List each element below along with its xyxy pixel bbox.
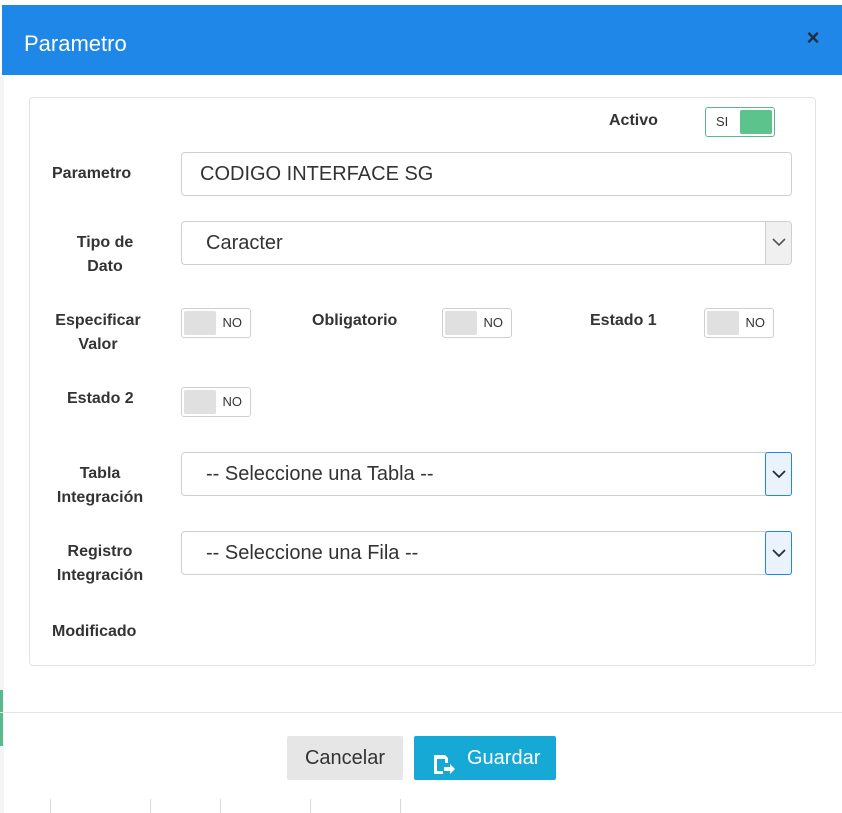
parametro-label: Parametro [52,165,132,182]
registro-integracion-selected: -- Seleccione una Fila -- [206,542,419,564]
especificar-valor-label-line1: Especificar [55,312,141,329]
tabla-integracion-label-line2: Integración [56,489,144,506]
obligatorio-toggle-text: NO [483,315,504,330]
backdrop-accent [0,690,3,746]
estado1-toggle[interactable]: NO [704,308,774,338]
tabla-integracion-label-line1: Tabla [79,465,121,482]
especificar-valor-toggle-text: NO [222,315,243,330]
tipo-dato-label: Tipo de Dato [70,231,140,279]
tabla-integracion-label: Tabla Integración [44,462,156,510]
estado2-toggle[interactable]: NO [181,387,251,417]
toggle-knob [740,110,772,134]
especificar-valor-label-line2: Valor [78,336,118,353]
save-icon [432,747,456,791]
chevron-down-icon[interactable] [765,452,792,496]
save-button-label: Guardar [467,747,541,769]
activo-toggle[interactable]: SI [705,107,775,137]
modal-header: Parametro × [2,5,842,75]
registro-integracion-label-line1: Registro [67,543,133,560]
especificar-valor-label: Especificar Valor [48,309,148,357]
save-button[interactable]: Guardar [414,736,556,780]
registro-integracion-label-line2: Integración [56,567,144,584]
modal-title: Parametro [24,31,127,56]
obligatorio-label: Obligatorio [312,312,398,329]
tabla-integracion-selected: -- Seleccione una Tabla -- [206,463,434,485]
form-panel: Activo SI Parametro CODIGO INTERFACE SG … [29,97,816,666]
registro-integracion-select[interactable]: -- Seleccione una Fila -- [181,531,792,575]
tipo-dato-select[interactable]: Caracter [181,221,792,265]
especificar-valor-toggle[interactable]: NO [181,308,251,338]
parametro-input[interactable]: CODIGO INTERFACE SG [181,152,792,196]
cancel-button[interactable]: Cancelar [287,736,403,780]
backdrop-table-edge [0,799,420,813]
modificado-label: Modificado [52,623,137,640]
registro-integracion-label: Registro Integración [44,540,156,588]
toggle-knob [184,390,216,414]
obligatorio-toggle[interactable]: NO [442,308,512,338]
tipo-dato-label-line2: Dato [87,258,123,275]
estado1-label: Estado 1 [590,312,657,329]
chevron-down-icon[interactable] [765,531,792,575]
close-icon[interactable]: × [802,25,824,51]
estado1-toggle-text: NO [745,315,766,330]
estado2-toggle-text: NO [222,394,243,409]
toggle-knob [707,311,739,335]
chevron-down-icon[interactable] [765,222,791,264]
toggle-knob [184,311,216,335]
estado2-label: Estado 2 [67,390,134,407]
activo-label: Activo [609,112,658,129]
activo-toggle-text: SI [716,114,729,129]
tipo-dato-selected: Caracter [206,232,283,254]
tabla-integracion-select[interactable]: -- Seleccione una Tabla -- [181,452,792,496]
tipo-dato-label-line1: Tipo de [76,234,134,251]
toggle-knob [445,311,477,335]
footer-divider [0,712,842,713]
